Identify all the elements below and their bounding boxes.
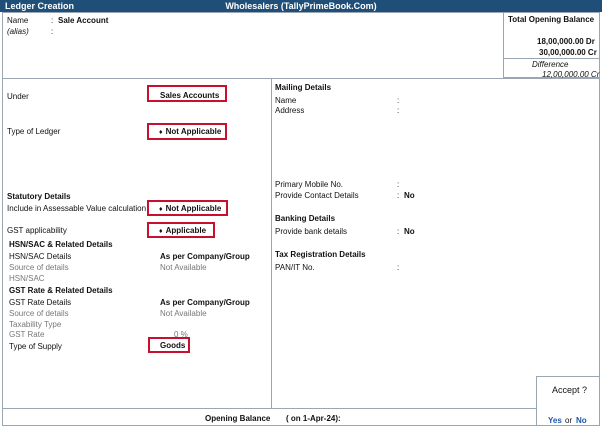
bank-details-colon: : xyxy=(397,227,400,236)
name-label: Name xyxy=(7,16,29,25)
alias-label: (alias) xyxy=(7,27,29,36)
gst-rate-details-value[interactable]: As per Company/Group xyxy=(160,298,250,307)
bank-details-label: Provide bank details xyxy=(275,227,348,236)
footer-divider xyxy=(2,408,600,409)
banking-details-title: Banking Details xyxy=(275,214,336,223)
accept-question: Accept ? xyxy=(552,385,588,395)
bank-details-value[interactable]: No xyxy=(404,227,415,236)
ledger-name-input[interactable]: Sale Account xyxy=(58,16,108,25)
alias-colon: : xyxy=(51,27,54,36)
diamond-icon: ♦ xyxy=(159,228,163,235)
primary-mobile-label: Primary Mobile No. xyxy=(275,180,344,189)
opening-balance-input[interactable]: : xyxy=(338,414,341,423)
pan-label: PAN/IT No. xyxy=(275,263,315,272)
gst-rate-details-label: GST Rate Details xyxy=(9,298,72,307)
total-credit: 30,00,000.00 Cr xyxy=(539,48,597,57)
mailing-details-title: Mailing Details xyxy=(275,83,332,92)
under-value: Sales Accounts xyxy=(160,91,220,100)
hsn-details-label: HSN/SAC Details xyxy=(9,252,72,261)
window-title: Ledger Creation xyxy=(5,1,75,11)
gst-rate-label: GST Rate xyxy=(9,330,45,339)
gst-source-label: Source of details xyxy=(9,309,69,318)
gst-source-value: Not Available xyxy=(160,309,207,318)
company-name: Wholesalers (TallyPrimeBook.Com) xyxy=(225,1,377,11)
type-of-supply-value: Goods xyxy=(160,341,186,350)
panel-divider xyxy=(504,58,599,59)
mailing-name-label: Name xyxy=(275,96,297,105)
contact-details-label: Provide Contact Details xyxy=(275,191,359,200)
column-divider xyxy=(271,78,272,408)
assessable-value: ♦ Not Applicable xyxy=(159,204,222,213)
opening-balance-label: Opening Balance xyxy=(205,414,271,423)
diamond-icon: ♦ xyxy=(159,129,163,136)
mailing-address-label: Address xyxy=(275,106,305,115)
gst-applicability-label: GST applicability xyxy=(7,226,67,235)
name-colon: : xyxy=(51,16,54,25)
diamond-icon: ♦ xyxy=(159,206,163,213)
type-of-ledger-value: ♦ Not Applicable xyxy=(159,127,222,136)
pan-colon[interactable]: : xyxy=(397,263,399,272)
mailing-address-colon[interactable]: : xyxy=(397,106,399,115)
title-bar: Wholesalers (TallyPrimeBook.Com) Ledger … xyxy=(0,0,602,12)
contact-details-colon: : xyxy=(397,191,400,200)
tax-registration-title: Tax Registration Details xyxy=(275,250,366,259)
under-label: Under xyxy=(7,92,29,101)
hsn-sac-label: HSN/SAC xyxy=(9,274,45,283)
opening-balance-date: ( on 1-Apr-24) xyxy=(286,414,338,423)
hsn-details-value[interactable]: As per Company/Group xyxy=(160,252,250,261)
header-divider xyxy=(2,78,600,79)
total-debit: 18,00,000.00 Dr xyxy=(537,37,595,46)
type-of-ledger-label: Type of Ledger xyxy=(7,127,61,136)
assessable-label: Include in Assessable Value calculation xyxy=(7,204,147,213)
accept-or-label: or xyxy=(565,416,573,425)
opening-panel-title: Total Opening Balance xyxy=(508,15,595,24)
statutory-details-title: Statutory Details xyxy=(7,192,71,201)
accept-no-button[interactable]: No xyxy=(576,416,587,425)
hsn-section-title: HSN/SAC & Related Details xyxy=(9,240,113,249)
taxability-label: Taxability Type xyxy=(9,320,62,329)
primary-mobile-colon[interactable]: : xyxy=(397,180,399,189)
accept-yes-button[interactable]: Yes xyxy=(548,416,562,425)
hsn-source-label: Source of details xyxy=(9,263,69,272)
contact-details-value[interactable]: No xyxy=(404,191,415,200)
difference-label: Difference xyxy=(532,60,569,69)
difference-value: 12,00,000.00 Cr xyxy=(542,70,600,79)
hsn-source-value: Not Available xyxy=(160,263,207,272)
type-of-supply-label: Type of Supply xyxy=(9,342,62,351)
gst-rate-section-title: GST Rate & Related Details xyxy=(9,286,113,295)
gst-applicability-value: ♦ Applicable xyxy=(159,226,207,235)
mailing-name-colon[interactable]: : xyxy=(397,96,399,105)
